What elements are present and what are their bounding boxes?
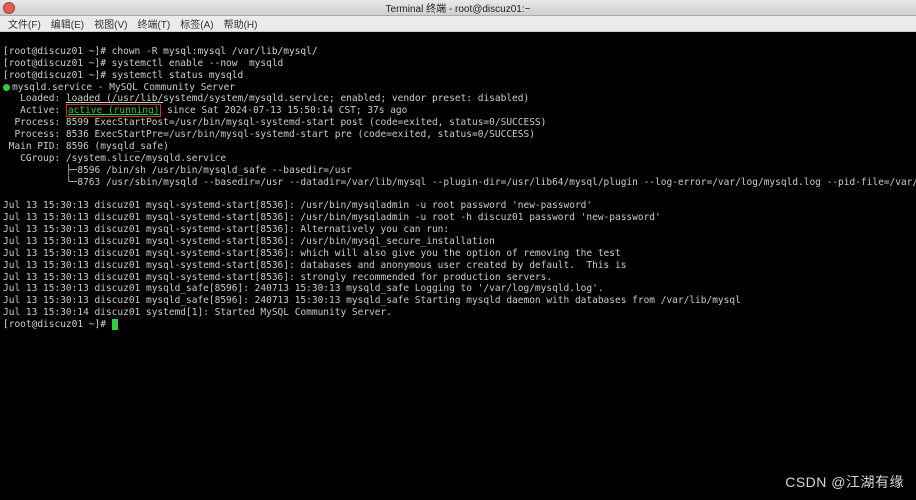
cursor-icon xyxy=(112,319,118,330)
journal-line: Jul 13 15:30:13 discuz01 mysql-systemd-s… xyxy=(3,248,621,259)
menu-help[interactable]: 帮助(H) xyxy=(220,16,262,31)
journal-line: Jul 13 15:30:13 discuz01 mysqld_safe[859… xyxy=(3,295,741,306)
main-pid: Main PID: 8596 (mysqld_safe) xyxy=(3,141,169,152)
terminal-output[interactable]: [root@discuz01 ~]# chown -R mysql:mysql … xyxy=(0,32,916,500)
prompt-3: [root@discuz01 ~]# xyxy=(3,70,112,81)
loaded-path: loaded (/usr/lib/ xyxy=(66,93,163,104)
journal-line: Jul 13 15:30:13 discuz01 mysql-systemd-s… xyxy=(3,260,626,271)
journal-line: Jul 13 15:30:13 discuz01 mysql-systemd-s… xyxy=(3,272,552,283)
menu-bar: 文件(F) 编辑(E) 视图(V) 终端(T) 标签(A) 帮助(H) xyxy=(0,16,916,32)
journal-line: Jul 13 15:30:13 discuz01 mysql-systemd-s… xyxy=(3,212,661,223)
prompt-4: [root@discuz01 ~]# xyxy=(3,319,112,330)
process-pre: Process: 8536 ExecStartPre=/usr/bin/mysq… xyxy=(3,129,535,140)
cmd-chown: chown -R mysql:mysql /var/lib/mysql/ xyxy=(112,46,318,57)
cmd-status: systemctl status mysqld xyxy=(112,70,244,81)
service-name: mysqld.service - MySQL Community Server xyxy=(12,82,235,93)
menu-tabs[interactable]: 标签(A) xyxy=(176,16,217,31)
close-icon[interactable] xyxy=(3,2,15,14)
menu-file[interactable]: 文件(F) xyxy=(4,16,45,31)
watermark: CSDN @江湖有缘 xyxy=(785,472,904,492)
process-post: Process: 8599 ExecStartPost=/usr/bin/mys… xyxy=(3,117,546,128)
loaded-label: Loaded: xyxy=(3,93,66,104)
journal-line: Jul 13 15:30:13 discuz01 mysql-systemd-s… xyxy=(3,200,592,211)
journal-line: Jul 13 15:30:13 discuz01 mysql-systemd-s… xyxy=(3,236,495,247)
status-dot-icon xyxy=(3,84,10,91)
cgroup-child-2: └─8763 /usr/sbin/mysqld --basedir=/usr -… xyxy=(3,177,916,188)
active-label: Active: xyxy=(3,105,66,116)
active-rest: since Sat 2024-07-13 15:50:14 CST; 37s a… xyxy=(161,105,407,116)
window-titlebar: Terminal 终端 - root@discuz01:~ xyxy=(0,0,916,16)
cgroup-child-1: ├─8596 /bin/sh /usr/bin/mysqld_safe --ba… xyxy=(3,165,352,176)
journal-line: Jul 13 15:30:13 discuz01 mysqld_safe[859… xyxy=(3,283,604,294)
prompt-2: [root@discuz01 ~]# xyxy=(3,58,112,69)
journal-line: Jul 13 15:30:13 discuz01 mysql-systemd-s… xyxy=(3,224,449,235)
active-highlight-box: active (running) xyxy=(66,104,162,117)
cgroup: CGroup: /system.slice/mysqld.service xyxy=(3,153,226,164)
journal-line: Jul 13 15:30:14 discuz01 systemd[1]: Sta… xyxy=(3,307,392,318)
menu-terminal[interactable]: 终端(T) xyxy=(133,16,174,31)
window-title: Terminal 终端 - root@discuz01:~ xyxy=(386,0,531,15)
active-value: active (running) xyxy=(68,105,160,116)
menu-edit[interactable]: 编辑(E) xyxy=(47,16,88,31)
cmd-enable: systemctl enable --now mysqld xyxy=(112,58,284,69)
prompt-1: [root@discuz01 ~]# xyxy=(3,46,112,57)
menu-view[interactable]: 视图(V) xyxy=(90,16,131,31)
loaded-rest: systemd/system/mysqld.service; enabled; … xyxy=(163,93,529,104)
